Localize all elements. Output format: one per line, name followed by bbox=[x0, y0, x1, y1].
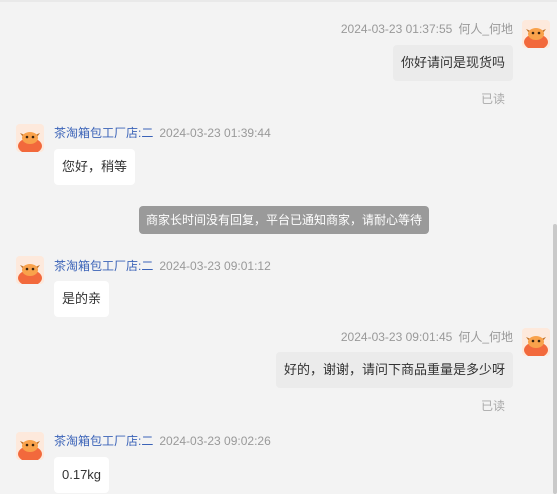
avatar[interactable] bbox=[16, 124, 44, 152]
message-timestamp: 2024-03-23 09:01:45 bbox=[340, 330, 453, 344]
message-bubble-sent[interactable]: 好的，谢谢，请问下商品重量是多少呀 bbox=[275, 352, 513, 388]
message-timestamp: 2024-03-23 09:02:26 bbox=[159, 434, 271, 448]
cow-avatar-icon bbox=[16, 256, 44, 284]
cow-avatar-icon bbox=[16, 124, 44, 152]
shop-name-link[interactable]: 茶淘箱包工厂店:二 bbox=[54, 126, 153, 140]
cow-avatar-icon bbox=[16, 432, 44, 460]
message-meta: 茶淘箱包工厂店:二 2024-03-23 09:01:12 bbox=[54, 257, 271, 274]
message-bubble-received[interactable]: 您好，稍等 bbox=[54, 149, 136, 185]
avatar[interactable] bbox=[16, 256, 44, 284]
avatar[interactable] bbox=[522, 328, 550, 356]
message-bubble-sent[interactable]: 你好请问是现货吗 bbox=[392, 45, 513, 81]
message-meta: 2024-03-23 09:01:45 何人_何地 bbox=[341, 328, 513, 345]
read-status: 已读 bbox=[480, 92, 505, 106]
message-meta: 茶淘箱包工厂店:二 2024-03-23 09:02:26 bbox=[54, 432, 271, 449]
message-bubble-received[interactable]: 是的亲 bbox=[54, 281, 110, 317]
scrollbar-thumb[interactable] bbox=[553, 224, 557, 494]
shop-name-link[interactable]: 茶淘箱包工厂店:二 bbox=[54, 434, 153, 448]
message-timestamp: 2024-03-23 09:01:12 bbox=[159, 259, 271, 273]
message-timestamp: 2024-03-23 01:37:55 bbox=[340, 22, 453, 36]
system-notice: 商家长时间没有回复，平台已通知商家，请耐心等待 bbox=[139, 206, 430, 234]
shop-name-link[interactable]: 茶淘箱包工厂店:二 bbox=[54, 259, 153, 273]
read-status: 已读 bbox=[480, 399, 505, 413]
sender-name[interactable]: 何人_何地 bbox=[458, 22, 513, 36]
message-bubble-received[interactable]: 0.17kg bbox=[54, 457, 110, 493]
message-timestamp: 2024-03-23 01:39:44 bbox=[159, 126, 271, 140]
avatar[interactable] bbox=[522, 20, 550, 48]
sender-name[interactable]: 何人_何地 bbox=[458, 330, 513, 344]
cow-avatar-icon bbox=[522, 20, 550, 48]
cow-avatar-icon bbox=[522, 328, 550, 356]
message-meta: 2024-03-23 01:37:55 何人_何地 bbox=[341, 20, 513, 37]
avatar[interactable] bbox=[16, 432, 44, 460]
message-meta: 茶淘箱包工厂店:二 2024-03-23 01:39:44 bbox=[54, 124, 271, 141]
top-divider bbox=[0, 0, 557, 2]
